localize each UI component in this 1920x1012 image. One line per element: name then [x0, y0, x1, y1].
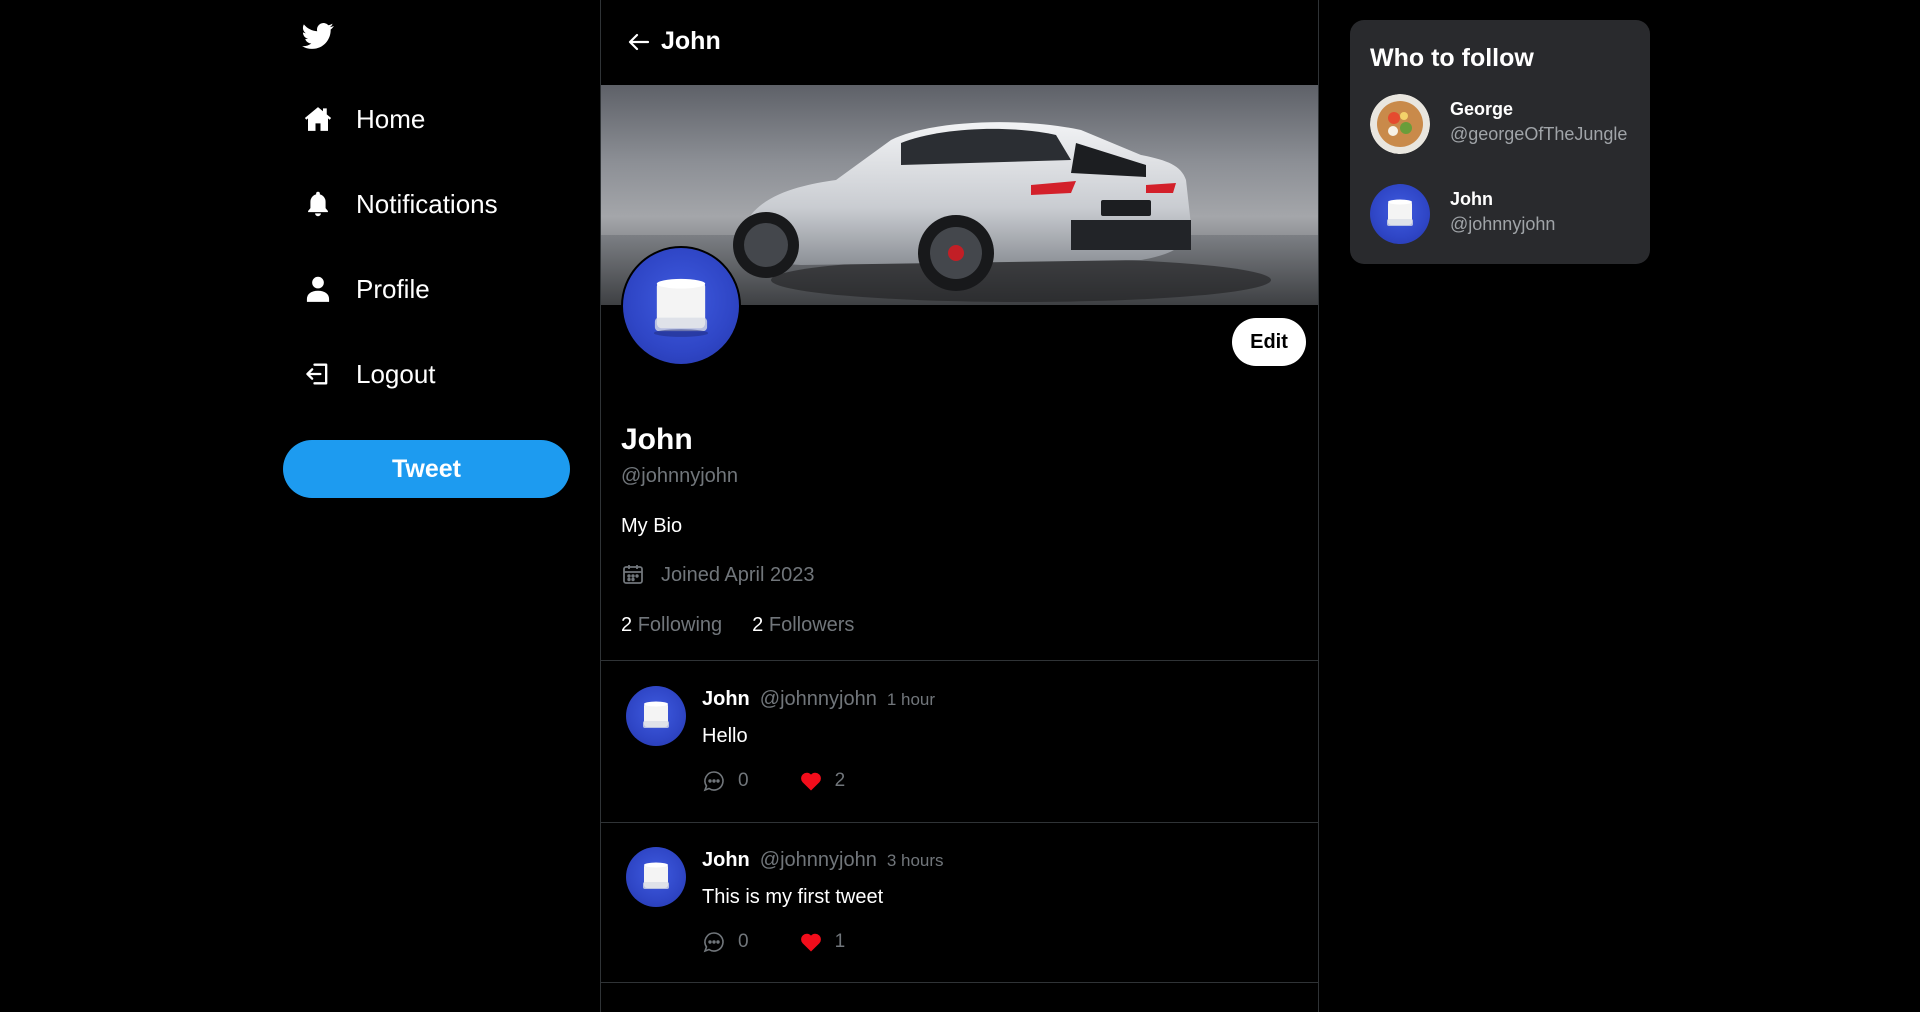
joined-text: Joined April 2023 — [661, 563, 815, 586]
milk-glass-icon — [643, 862, 669, 889]
who-to-follow-panel: Who to follow George @georgeOfTheJungle … — [1350, 20, 1650, 264]
like-button[interactable]: 2 — [799, 769, 846, 793]
following-label: Following — [637, 614, 723, 636]
following-link[interactable]: 2 Following — [621, 614, 722, 637]
followers-count: 2 — [752, 614, 764, 636]
user-avatar[interactable] — [1370, 184, 1430, 244]
tweet-time: 1 hour — [886, 690, 936, 709]
edit-profile-button[interactable]: Edit — [1232, 318, 1306, 366]
food-bowl-icon — [1370, 94, 1430, 154]
suggested-user[interactable]: George @georgeOfTheJungle — [1370, 94, 1630, 156]
tweet-button[interactable]: Tweet — [283, 440, 570, 498]
like-count: 1 — [834, 931, 846, 952]
user-avatar[interactable] — [1370, 94, 1430, 154]
profile-avatar[interactable] — [621, 246, 741, 366]
heart-icon — [799, 769, 823, 793]
nav-logout-label: Logout — [356, 358, 436, 389]
tweet-header: John @johnnyjohn 3 hours — [702, 849, 944, 872]
following-count: 2 — [621, 614, 633, 636]
logout-icon — [302, 358, 334, 390]
tweet-time: 3 hours — [886, 851, 944, 870]
nav-notifications[interactable]: Notifications — [302, 182, 498, 226]
profile-column: John Edit John @johnnyjohn My Bio Joined… — [600, 0, 1319, 1012]
who-to-follow-title: Who to follow — [1370, 44, 1534, 72]
tweet-header: John @johnnyjohn 1 hour — [702, 688, 935, 711]
arrow-left-icon[interactable] — [627, 30, 651, 54]
tweet-item[interactable]: John @johnnyjohn 3 hours This is my firs… — [601, 822, 1318, 982]
tweet-actions: 0 2 — [702, 769, 845, 793]
heart-icon — [799, 930, 823, 954]
follow-stats: 2 Following 2 Followers — [621, 614, 884, 637]
comment-icon — [702, 930, 726, 954]
tweet-author-handle[interactable]: @johnnyjohn — [760, 849, 877, 872]
like-button[interactable]: 1 — [799, 930, 846, 954]
divider — [601, 982, 1318, 983]
reply-button[interactable]: 0 — [702, 769, 749, 793]
suggested-user-handle: @johnnyjohn — [1450, 214, 1556, 234]
reply-button[interactable]: 0 — [702, 930, 749, 954]
tweet-actions: 0 1 — [702, 930, 845, 954]
tweet-item[interactable]: John @johnnyjohn 1 hour Hello 0 2 — [601, 661, 1318, 821]
tweet-author-handle[interactable]: @johnnyjohn — [760, 688, 877, 711]
suggested-user[interactable]: John @johnnyjohn — [1370, 184, 1630, 246]
milk-glass-icon — [653, 278, 709, 337]
suggested-user-name: George — [1450, 99, 1514, 119]
profile-bio: My Bio — [621, 515, 683, 537]
calendar-icon — [621, 562, 647, 588]
tweet-avatar[interactable] — [626, 686, 686, 746]
bell-icon — [302, 188, 334, 220]
nav-profile[interactable]: Profile — [302, 267, 430, 311]
nav-notifications-label: Notifications — [356, 188, 498, 219]
nav-profile-label: Profile — [356, 273, 430, 304]
milk-glass-icon — [643, 701, 669, 728]
tweet-author-name[interactable]: John — [702, 849, 750, 872]
tweet-text: This is my first tweet — [702, 886, 884, 908]
profile-handle: @johnnyjohn — [621, 465, 739, 487]
suggested-user-handle: @georgeOfTheJungle — [1450, 124, 1628, 144]
profile-name: John — [621, 423, 693, 456]
nav-logout[interactable]: Logout — [302, 352, 436, 396]
suggested-user-name: John — [1450, 189, 1493, 209]
tweet-text: Hello — [702, 725, 748, 747]
nav-home[interactable]: Home — [302, 97, 425, 141]
page-title: John — [661, 27, 721, 55]
like-count: 2 — [834, 770, 846, 791]
tweet-author-name[interactable]: John — [702, 688, 750, 711]
followers-link[interactable]: 2 Followers — [752, 614, 854, 637]
milk-glass-icon — [1387, 199, 1413, 226]
reply-count: 0 — [738, 931, 749, 952]
reply-count: 0 — [738, 770, 749, 791]
sidebar: Home Notifications Profile Logout Tweet — [0, 0, 600, 1012]
home-icon — [302, 103, 334, 135]
twitter-bird-icon[interactable] — [302, 20, 334, 52]
tweet-avatar[interactable] — [626, 847, 686, 907]
followers-label: Followers — [768, 614, 855, 636]
profile-header: John — [601, 0, 1318, 85]
joined-date: Joined April 2023 — [621, 562, 814, 588]
nav-home-label: Home — [356, 103, 426, 134]
comment-icon — [702, 769, 726, 793]
user-icon — [302, 273, 334, 305]
